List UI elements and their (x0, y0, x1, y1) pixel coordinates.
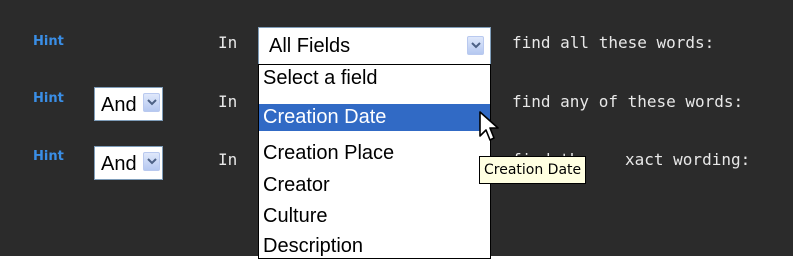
in-label-row-1: In (218, 33, 238, 52)
tooltip: Creation Date (479, 156, 587, 184)
chevron-down-icon[interactable] (143, 93, 160, 112)
field-select-value: All Fields (269, 35, 351, 57)
hint-link-row-1[interactable]: Hint (33, 34, 64, 49)
field-dropdown-list[interactable]: Select a field Creation Date Creation Pl… (258, 64, 491, 259)
dropdown-option[interactable]: Description (259, 233, 490, 258)
operator-select-row-3[interactable]: And (94, 146, 163, 180)
dropdown-option[interactable]: Creation Place (259, 140, 490, 167)
in-label-row-2: In (218, 92, 238, 111)
find-label-row-1: find all these words: (512, 33, 715, 52)
operator-select-value: And (101, 94, 137, 116)
chevron-down-icon[interactable] (467, 36, 484, 55)
dropdown-option[interactable]: Creator (259, 172, 490, 199)
field-select[interactable]: All Fields (258, 27, 491, 65)
dropdown-option[interactable]: Select a field (259, 65, 490, 92)
hint-link-row-3[interactable]: Hint (33, 149, 64, 164)
operator-select-value: And (101, 153, 137, 175)
find-label-row-3-suffix: xact wording: (625, 150, 751, 169)
find-label-row-2: find any of these words: (512, 92, 744, 111)
dropdown-option-highlighted[interactable]: Creation Date (259, 104, 490, 131)
hint-link-row-2[interactable]: Hint (33, 91, 64, 106)
in-label-row-3: In (218, 150, 238, 169)
mouse-pointer-icon (479, 111, 499, 141)
chevron-down-icon[interactable] (143, 152, 160, 171)
dropdown-option[interactable]: Culture (259, 203, 490, 230)
operator-select-row-2[interactable]: And (94, 87, 163, 121)
